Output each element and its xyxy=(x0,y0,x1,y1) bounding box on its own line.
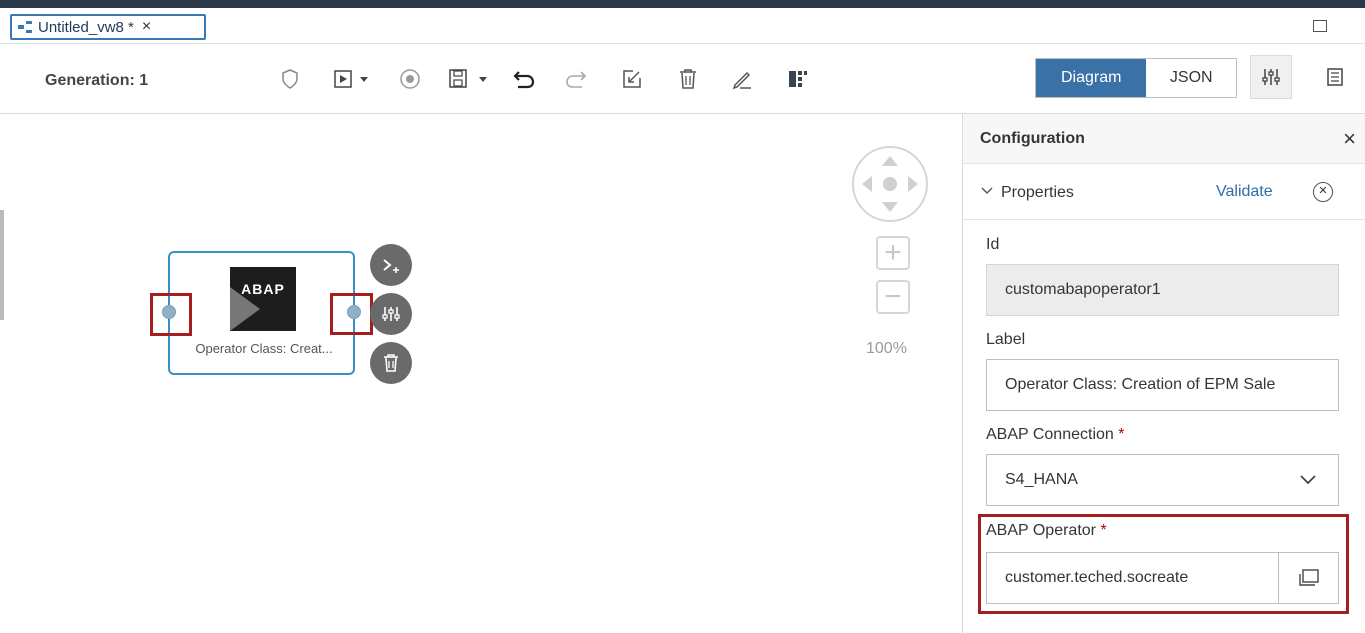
edit-icon[interactable] xyxy=(620,64,644,94)
run-icon[interactable] xyxy=(334,64,374,94)
properties-section-header[interactable]: Properties Validate ✕ xyxy=(963,164,1365,220)
panel-title: Configuration xyxy=(980,130,1085,147)
input-port-highlight xyxy=(150,293,192,336)
connection-label: ABAP Connection * xyxy=(986,426,1124,444)
abap-logo-text: ABAP xyxy=(241,281,285,297)
maximize-icon[interactable] xyxy=(1313,20,1327,32)
close-icon[interactable]: × xyxy=(1343,126,1356,152)
id-field: customabapoperator1 xyxy=(986,264,1339,316)
operator-label: ABAP Operator * xyxy=(986,522,1107,540)
undo-icon[interactable] xyxy=(512,64,536,94)
terminal-plus-icon[interactable] xyxy=(370,244,412,286)
json-view-button[interactable]: JSON xyxy=(1146,59,1236,97)
stop-icon[interactable] xyxy=(398,64,422,94)
layout-icon[interactable] xyxy=(786,64,810,94)
validate-link[interactable]: Validate xyxy=(1216,183,1273,201)
redo-icon[interactable] xyxy=(564,64,588,94)
chevron-down-icon[interactable] xyxy=(981,184,993,198)
delete-icon[interactable] xyxy=(676,64,700,94)
operator-required-marker: * xyxy=(1100,522,1107,539)
node-settings-icon[interactable] xyxy=(370,293,412,335)
pan-navigator-icon[interactable] xyxy=(852,146,928,222)
tab-title: Untitled_vw8 * xyxy=(38,18,134,36)
document-icon[interactable] xyxy=(1314,55,1356,99)
panel-header: Configuration × xyxy=(963,114,1365,164)
graph-canvas[interactable] xyxy=(0,114,962,633)
canvas-left-edge xyxy=(0,210,4,320)
pen-icon[interactable] xyxy=(730,64,754,94)
abap-operator-node[interactable]: ABAP Operator Class: Creat... xyxy=(168,251,355,375)
zoom-in-icon[interactable]: + xyxy=(876,236,910,270)
top-shell-bar xyxy=(0,0,1365,8)
diagram-view-button[interactable]: Diagram xyxy=(1036,59,1147,97)
operator-label-text: ABAP Operator xyxy=(986,522,1096,539)
chevron-down-icon[interactable] xyxy=(1278,455,1338,505)
save-icon[interactable] xyxy=(448,64,494,94)
operator-field[interactable]: customer.teched.socreate xyxy=(986,552,1339,604)
tab-strip: Untitled_vw8 * × xyxy=(0,8,1365,44)
node-label: Operator Class: Creat... xyxy=(195,341,333,356)
view-mode-switch: Diagram JSON xyxy=(1035,58,1237,98)
connection-required-marker: * xyxy=(1118,426,1125,443)
tab-graph-icon xyxy=(18,21,32,33)
output-port-highlight xyxy=(330,293,373,335)
validate-shield-icon[interactable] xyxy=(280,64,300,94)
abap-logo: ABAP xyxy=(230,267,296,331)
value-help-icon[interactable] xyxy=(1278,553,1338,603)
zoom-level: 100% xyxy=(866,340,907,357)
trash-icon[interactable] xyxy=(370,342,412,384)
toolbar: Generation: 1 Diagram JSON xyxy=(0,44,1365,114)
generation-label: Generation: 1 xyxy=(45,72,149,89)
configuration-panel: Configuration × Properties Validate ✕ Id… xyxy=(962,114,1365,633)
label-label: Label xyxy=(986,331,1026,348)
connection-select[interactable]: S4_HANA xyxy=(986,454,1339,506)
zoom-out-icon[interactable]: − xyxy=(876,280,910,314)
editor-tab[interactable]: Untitled_vw8 * × xyxy=(10,14,206,40)
connection-label-text: ABAP Connection xyxy=(986,426,1114,443)
label-field[interactable]: Operator Class: Creation of EPM Sale xyxy=(986,359,1339,411)
operator-value: customer.teched.socreate xyxy=(1005,569,1189,586)
reset-icon[interactable]: ✕ xyxy=(1313,182,1333,202)
properties-title: Properties xyxy=(1001,184,1074,201)
id-label: Id xyxy=(986,236,1000,253)
tab-close-icon[interactable]: × xyxy=(142,18,151,36)
connection-value: S4_HANA xyxy=(1005,471,1078,488)
settings-icon[interactable] xyxy=(1250,55,1292,99)
